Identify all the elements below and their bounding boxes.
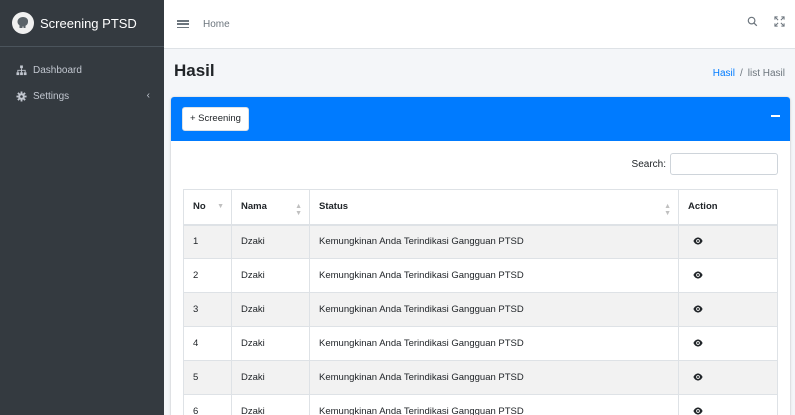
table-header-row: No ▼ Nama ▲ ▼ Status ▲ ▼ Action	[183, 189, 778, 226]
chevron-left-icon: ‹	[146, 90, 150, 101]
sort-icon: ▲ ▼	[664, 203, 671, 217]
cell-action	[678, 394, 778, 415]
sort-icon: ▲ ▼	[295, 203, 302, 217]
cell-action	[678, 326, 778, 361]
search-label: Search:	[631, 158, 666, 170]
cell-action	[678, 360, 778, 395]
breadcrumb-separator: /	[739, 68, 743, 79]
sidebar-nav: Dashboard Settings ‹	[0, 47, 164, 109]
add-screening-button[interactable]: + Screening	[182, 107, 249, 131]
page-title: Hasil	[174, 61, 215, 80]
table-row: 2 Dzaki Kemungkinan Anda Terindikasi Gan…	[183, 258, 778, 293]
table-row: 3 Dzaki Kemungkinan Anda Terindikasi Gan…	[183, 292, 778, 327]
content-wrapper: Hasil Hasil / list Hasil + Screening Searc…	[164, 49, 795, 415]
column-header-action: Action	[678, 189, 778, 226]
breadcrumb-link-hasil[interactable]: Hasil	[713, 68, 735, 79]
brand-name: Screening PTSD	[40, 15, 137, 31]
cell-no: 1	[183, 224, 232, 259]
table-search: Search:	[632, 153, 778, 175]
hamburger-menu-icon[interactable]	[177, 18, 189, 30]
cell-action	[678, 292, 778, 327]
brand-link[interactable]: Screening PTSD	[0, 0, 164, 47]
cell-status: Kemungkinan Anda Terindikasi Gangguan PT…	[309, 394, 679, 415]
cell-status: Kemungkinan Anda Terindikasi Gangguan PT…	[309, 292, 679, 327]
cell-status: Kemungkinan Anda Terindikasi Gangguan PT…	[309, 224, 679, 259]
table-row: 4 Dzaki Kemungkinan Anda Terindikasi Gan…	[183, 326, 778, 361]
search-input[interactable]	[670, 153, 778, 175]
eye-icon[interactable]	[692, 337, 704, 349]
table-row: 5 Dzaki Kemungkinan Anda Terindikasi Gan…	[183, 360, 778, 395]
eye-icon[interactable]	[692, 269, 704, 281]
sidebar: Screening PTSD Dashboard Settings ‹	[0, 0, 164, 415]
column-header-status[interactable]: Status ▲ ▼	[309, 189, 679, 226]
fullscreen-icon[interactable]	[774, 16, 785, 30]
card-header: + Screening	[171, 97, 790, 141]
eye-icon[interactable]	[692, 405, 704, 415]
cell-nama: Dzaki	[231, 326, 310, 361]
cell-nama: Dzaki	[231, 360, 310, 395]
cell-status: Kemungkinan Anda Terindikasi Gangguan PT…	[309, 258, 679, 293]
brain-logo-icon	[12, 12, 34, 34]
column-header-nama[interactable]: Nama ▲ ▼	[231, 189, 310, 226]
breadcrumb-current: list Hasil	[747, 68, 785, 79]
cell-nama: Dzaki	[231, 224, 310, 259]
sidebar-item-label: Dashboard	[33, 64, 82, 76]
sidebar-item-label: Settings	[33, 90, 70, 102]
cell-nama: Dzaki	[231, 394, 310, 415]
cell-no: 2	[183, 258, 232, 293]
results-table: No ▼ Nama ▲ ▼ Status ▲ ▼ Action 1 Dzaki Kemun…	[183, 189, 778, 415]
cell-no: 5	[183, 360, 232, 395]
table-row: 1 Dzaki Kemungkinan Anda Terindikasi Gan…	[183, 224, 778, 259]
eye-icon[interactable]	[692, 303, 704, 315]
cell-nama: Dzaki	[231, 258, 310, 293]
cell-action	[678, 258, 778, 293]
cell-nama: Dzaki	[231, 292, 310, 327]
cell-no: 3	[183, 292, 232, 327]
table-row: 6 Dzaki Kemungkinan Anda Terindikasi Gan…	[183, 394, 778, 415]
sidebar-item-dashboard[interactable]: Dashboard	[0, 57, 164, 83]
breadcrumb: Hasil / list Hasil	[713, 68, 785, 79]
cell-no: 6	[183, 394, 232, 415]
sort-desc-icon: ▼	[217, 203, 224, 210]
eye-icon[interactable]	[692, 371, 704, 383]
sidebar-item-settings[interactable]: Settings ‹	[0, 83, 164, 109]
nav-link-home[interactable]: Home	[203, 19, 230, 30]
cell-no: 4	[183, 326, 232, 361]
sitemap-icon	[15, 64, 27, 76]
navbar-actions	[747, 16, 785, 30]
search-icon[interactable]	[747, 16, 758, 30]
eye-icon[interactable]	[692, 235, 704, 247]
column-header-no[interactable]: No ▼	[183, 189, 232, 226]
top-navbar: Home	[164, 0, 795, 49]
results-card: + Screening Search: No ▼ Nama ▲ ▼ Status ▲ ▼ …	[171, 97, 790, 415]
cell-status: Kemungkinan Anda Terindikasi Gangguan PT…	[309, 326, 679, 361]
collapse-minus-icon[interactable]	[770, 111, 780, 121]
cog-icon	[15, 90, 27, 102]
cell-status: Kemungkinan Anda Terindikasi Gangguan PT…	[309, 360, 679, 395]
cell-action	[678, 224, 778, 259]
